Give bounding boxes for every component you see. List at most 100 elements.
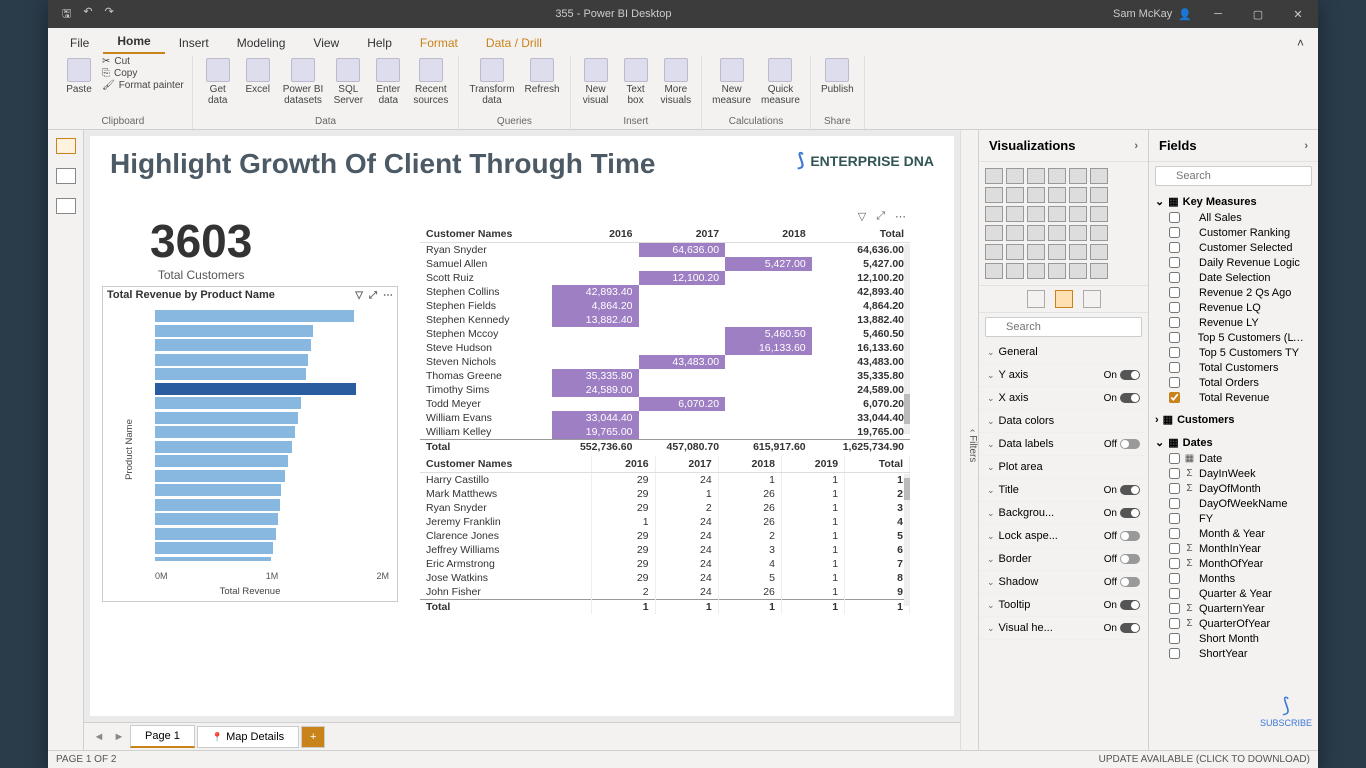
chevron-right-icon[interactable]: › (1304, 140, 1308, 152)
field-revenue-lq[interactable]: Revenue LQ (1155, 300, 1312, 315)
viz-type-icon[interactable] (1006, 263, 1024, 279)
close-button[interactable]: ✕ (1278, 0, 1318, 28)
bar-row[interactable]: Product 27 (155, 498, 389, 512)
viz-type-icon[interactable] (1006, 244, 1024, 260)
field-quarterofyear[interactable]: ΣQuarterOfYear (1155, 616, 1312, 631)
bar-row[interactable]: Product 190 (155, 324, 389, 338)
field-date[interactable]: ▦Date (1155, 451, 1312, 466)
ribbon-collapse-icon[interactable]: ˄ (1283, 32, 1318, 54)
bar-row[interactable]: Product 385 (155, 353, 389, 367)
table-row[interactable]: Ryan Snyder64,636.0064,636.00 (420, 243, 910, 258)
field-top-5-customers-ty[interactable]: Top 5 Customers TY (1155, 345, 1312, 360)
field-total-customers[interactable]: Total Customers (1155, 360, 1312, 375)
toggle[interactable]: Off (1104, 439, 1140, 450)
ribbon-publish[interactable]: Publish (819, 56, 856, 97)
matrix-visual-revenue[interactable]: ▽ ⤢ ⋯ Customer Names201620172018TotalRya… (420, 226, 910, 434)
viz-type-icon[interactable] (1069, 168, 1087, 184)
table-row[interactable]: Scott Ruiz12,100.2012,100.20 (420, 271, 910, 285)
table-row[interactable]: Clarence Jones2924215 (420, 529, 910, 543)
kpi-card[interactable]: 3603 Total Customers (150, 214, 252, 282)
field-top-5-customers-ly-rev-[interactable]: Top 5 Customers (LY Rev) (1155, 330, 1312, 345)
viz-type-icon[interactable] (1090, 206, 1108, 222)
ribbon-quick-measure[interactable]: Quickmeasure (759, 56, 802, 108)
bar-row[interactable]: Product 144 (155, 309, 389, 323)
format-section-shadow[interactable]: ⌄ShadowOff (979, 571, 1148, 594)
viz-type-icon[interactable] (1006, 168, 1024, 184)
format-search-input[interactable] (985, 317, 1142, 337)
ribbon-transform-data[interactable]: Transformdata (467, 56, 516, 108)
add-page-button[interactable]: + (301, 726, 325, 748)
toggle[interactable]: On (1104, 623, 1140, 634)
tab-insert[interactable]: Insert (165, 32, 223, 54)
viz-type-icon[interactable] (1090, 244, 1108, 260)
table-row[interactable]: Samuel Allen5,427.005,427.00 (420, 257, 910, 271)
viz-type-icon[interactable] (985, 187, 1003, 203)
report-view-icon[interactable] (56, 138, 76, 154)
subscribe-badge[interactable]: ⟆ SUBSCRIBE (1260, 693, 1312, 728)
format-section-data-labels[interactable]: ⌄Data labelsOff (979, 433, 1148, 456)
viz-type-icon[interactable] (1090, 168, 1108, 184)
bar-row[interactable]: Product 316 (155, 541, 389, 555)
table-row[interactable]: William Kelley19,765.0019,765.00 (420, 425, 910, 440)
format-section-x-axis[interactable]: ⌄X axisOn (979, 387, 1148, 410)
bar-row[interactable]: Product 143 (155, 556, 389, 562)
copy-button[interactable]: ⎘Copy (102, 68, 184, 79)
viz-type-icon[interactable] (1027, 187, 1045, 203)
field-dayofmonth[interactable]: ΣDayOfMonth (1155, 481, 1312, 496)
field-customer-selected[interactable]: Customer Selected (1155, 240, 1312, 255)
format-section-visual-he-[interactable]: ⌄Visual he...On (979, 617, 1148, 640)
field-date-selection[interactable]: Date Selection (1155, 270, 1312, 285)
ribbon-text-box[interactable]: Textbox (619, 56, 653, 108)
table-row[interactable]: Ryan Snyder2922613 (420, 501, 910, 515)
undo-icon[interactable]: ↶ (83, 5, 92, 24)
report-canvas[interactable]: Highlight Growth Of Client Through Time … (90, 136, 954, 716)
toggle[interactable]: Off (1104, 554, 1140, 565)
paste-button[interactable]: Paste (62, 56, 96, 97)
table-row[interactable]: William Evans33,044.4033,044.40 (420, 411, 910, 425)
field-revenue-2-qs-ago[interactable]: Revenue 2 Qs Ago (1155, 285, 1312, 300)
field-table-dates[interactable]: ⌄▦Dates (1155, 434, 1312, 451)
format-section-general[interactable]: ⌄General (979, 341, 1148, 364)
ribbon-recent-sources[interactable]: Recentsources (411, 56, 450, 108)
table-row[interactable]: Stephen Kennedy13,882.4013,882.40 (420, 313, 910, 327)
filter-icon[interactable]: ▽ (355, 290, 363, 301)
toggle[interactable]: On (1104, 600, 1140, 611)
viz-type-icon[interactable] (1069, 263, 1087, 279)
ribbon-more-visuals[interactable]: Morevisuals (659, 56, 694, 108)
field-fy[interactable]: FY (1155, 511, 1312, 526)
bar-chart-visual[interactable]: Total Revenue by Product Name ▽ ⤢ ⋯ Prod… (102, 286, 398, 602)
field-monthofyear[interactable]: ΣMonthOfYear (1155, 556, 1312, 571)
toggle[interactable]: Off (1104, 577, 1140, 588)
field-total-orders[interactable]: Total Orders (1155, 375, 1312, 390)
model-view-icon[interactable] (56, 198, 76, 214)
table-row[interactable]: Eric Armstrong2924417 (420, 557, 910, 571)
viz-type-icon[interactable] (985, 244, 1003, 260)
viz-type-icon[interactable] (1027, 263, 1045, 279)
cut-button[interactable]: ✂Cut (102, 56, 184, 67)
table-row[interactable]: Jeremy Franklin1242614 (420, 515, 910, 529)
scrollbar[interactable] (904, 474, 910, 606)
viz-type-icon[interactable] (1048, 168, 1066, 184)
table-row[interactable]: Harry Castillo2924111 (420, 473, 910, 488)
tab-home[interactable]: Home (103, 30, 164, 54)
bar-row[interactable]: Product 299 (155, 411, 389, 425)
field-dayinweek[interactable]: ΣDayInWeek (1155, 466, 1312, 481)
tab-format[interactable]: Format (406, 32, 472, 54)
format-section-tooltip[interactable]: ⌄TooltipOn (979, 594, 1148, 617)
field-quarter-year[interactable]: Quarter & Year (1155, 586, 1312, 601)
viz-type-icon[interactable] (1048, 263, 1066, 279)
bar-row[interactable]: Product 408 (155, 483, 389, 497)
filter-icon[interactable]: ▽ (858, 210, 866, 223)
tab-view[interactable]: View (299, 32, 353, 54)
toggle[interactable]: On (1104, 370, 1140, 381)
matrix-visual-rank[interactable]: Customer Names2016201720182019TotalHarry… (420, 456, 910, 606)
bar-row[interactable]: Product 206 (155, 425, 389, 439)
toggle[interactable]: On (1104, 485, 1140, 496)
prev-page-icon[interactable]: ◄ (90, 731, 108, 743)
viz-type-icon[interactable] (1027, 244, 1045, 260)
ribbon-power-bi-datasets[interactable]: Power BIdatasets (281, 56, 326, 108)
viz-type-icon[interactable] (1027, 168, 1045, 184)
table-row[interactable]: Timothy Sims24,589.0024,589.00 (420, 383, 910, 397)
tab-help[interactable]: Help (353, 32, 406, 54)
more-icon[interactable]: ⋯ (383, 290, 393, 301)
